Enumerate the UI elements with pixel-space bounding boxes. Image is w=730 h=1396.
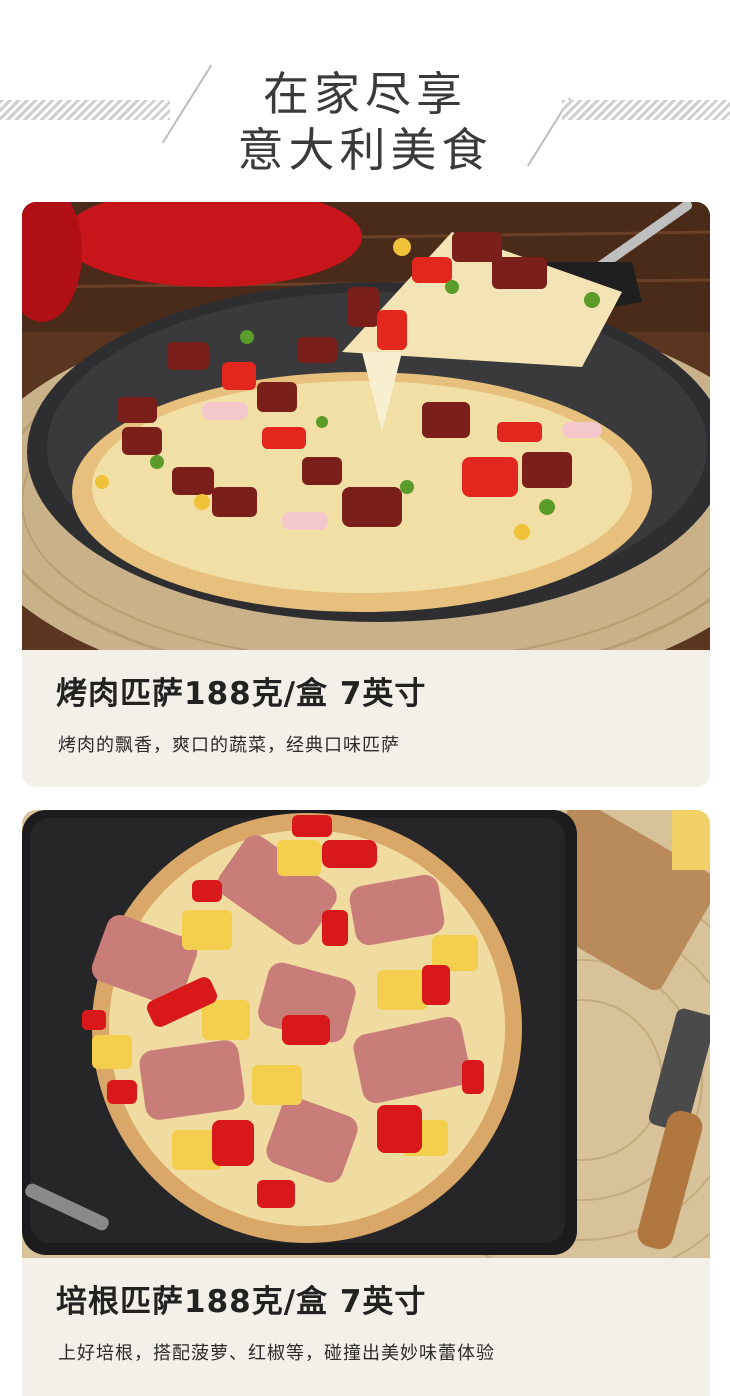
product-description: 烤肉的飘香，爽口的蔬菜，经典口味匹萨 — [58, 735, 400, 756]
decorative-stripe-right — [562, 100, 730, 120]
product-description: 上好培根，搭配菠萝、红椒等，碰撞出美妙味蕾体验 — [58, 1343, 495, 1364]
page-title-line2: 意大利美食 — [237, 123, 493, 177]
bacon-pizza-photo — [22, 810, 710, 1258]
page-header: 在家尽享 意大利美食 — [0, 0, 730, 200]
product-name: 烤肉匹萨188克/盒 7英寸 — [56, 676, 427, 712]
product-card-bbq: 烤肉匹萨188克/盒 7英寸 烤肉的飘香，爽口的蔬菜，经典口味匹萨 — [22, 202, 710, 787]
bbq-pizza-photo — [22, 202, 710, 650]
product-name: 培根匹萨188克/盒 7英寸 — [56, 1284, 427, 1320]
product-card-bacon: 培根匹萨188克/盒 7英寸 上好培根，搭配菠萝、红椒等，碰撞出美妙味蕾体验 — [22, 810, 710, 1396]
